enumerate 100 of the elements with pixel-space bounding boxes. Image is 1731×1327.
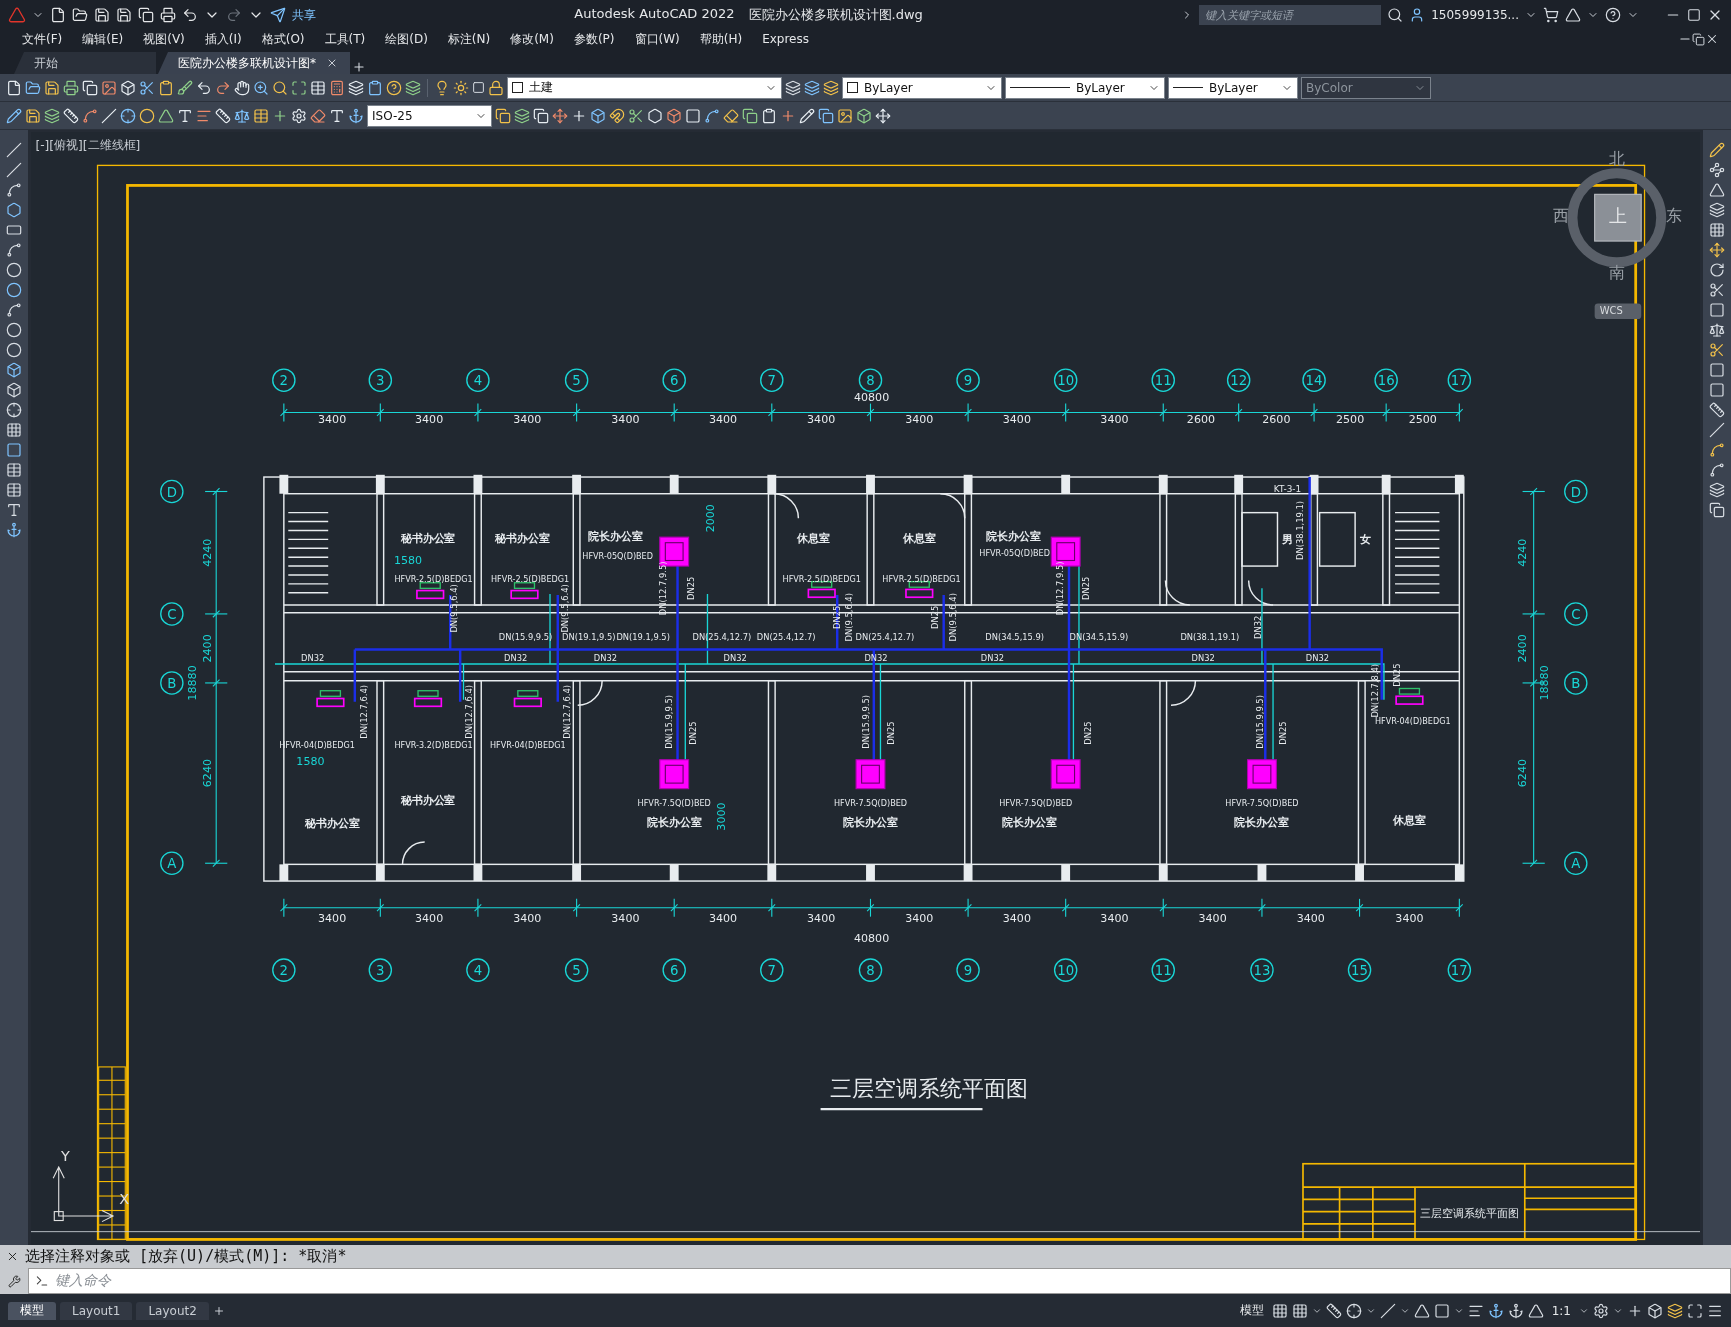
scale-icon[interactable] (1709, 322, 1725, 338)
waypoints-icon[interactable] (1709, 162, 1725, 178)
scissors-icon[interactable] (139, 79, 155, 96)
folder-open-icon[interactable] (72, 7, 88, 23)
menu-item[interactable]: 参数(P) (563, 30, 625, 48)
save-icon[interactable] (44, 79, 60, 96)
menu-item[interactable]: 窗口(W) (624, 30, 690, 48)
lightbulb-icon[interactable] (434, 79, 450, 96)
circle-icon[interactable] (6, 262, 22, 278)
slash-icon[interactable] (6, 162, 22, 178)
triangle-icon[interactable] (1709, 182, 1725, 198)
new-tab-icon[interactable] (352, 60, 366, 74)
ucs-menu-button[interactable] (1594, 303, 1642, 319)
slash-icon[interactable] (1379, 1302, 1396, 1319)
search-field[interactable]: 键入关键字或短语 (1199, 5, 1382, 25)
terminal-icon[interactable] (35, 1274, 49, 1288)
save-icon[interactable] (25, 107, 41, 124)
layer-dropdown[interactable]: 土建 (507, 76, 782, 99)
dimension-style-dropdown[interactable]: ISO-25 (367, 104, 492, 127)
menu-item[interactable]: 格式(O) (251, 30, 315, 48)
layers-icon[interactable] (44, 107, 60, 124)
spline-icon[interactable] (704, 107, 720, 124)
image-icon[interactable] (837, 107, 853, 124)
sun-icon[interactable] (453, 79, 469, 96)
copy-icon[interactable] (82, 79, 98, 96)
table-icon[interactable] (253, 107, 269, 124)
undo-2-icon[interactable] (196, 79, 212, 96)
layers-icon[interactable] (804, 79, 820, 96)
layout-tab[interactable]: 模型 (8, 1301, 56, 1320)
square-icon[interactable] (1433, 1302, 1450, 1319)
rectangle-horizontal-icon[interactable] (6, 222, 22, 238)
move-icon[interactable] (875, 107, 891, 124)
move-icon[interactable] (1709, 242, 1725, 258)
grid-3x-3-icon[interactable] (1291, 1302, 1308, 1319)
annotation-scale-button[interactable]: 1:1 (1547, 1302, 1575, 1319)
anchor-icon[interactable] (1487, 1302, 1504, 1319)
crosshair-icon[interactable] (1345, 1302, 1362, 1319)
spline-icon[interactable] (1709, 442, 1725, 458)
copy-icon[interactable] (495, 107, 511, 124)
wrench-icon[interactable] (7, 1274, 21, 1288)
plot-style-dropdown[interactable]: ByColor (1301, 76, 1431, 99)
send-icon[interactable] (270, 7, 286, 23)
layers-icon[interactable] (348, 79, 364, 96)
calculator-icon[interactable] (329, 79, 345, 96)
square-icon[interactable] (6, 442, 22, 458)
anchor-icon[interactable] (6, 522, 22, 538)
layers-icon[interactable] (1667, 1302, 1683, 1319)
document-tab[interactable]: 医院办公楼多联机设计图* (158, 52, 350, 74)
image-icon[interactable] (101, 79, 117, 96)
layers-icon[interactable] (1709, 482, 1725, 498)
menu-item[interactable]: 视图(V) (133, 30, 195, 48)
menu-item[interactable]: 插入(I) (194, 30, 252, 48)
search-icon[interactable] (1387, 7, 1404, 23)
help-icon[interactable] (1605, 7, 1621, 23)
spline-icon[interactable] (6, 242, 22, 258)
maximize-icon[interactable] (1687, 8, 1701, 22)
user-account-menu[interactable]: 1505999135... (1431, 8, 1519, 22)
slash-icon[interactable] (1709, 422, 1725, 438)
circle-icon[interactable] (139, 107, 155, 124)
scale-icon[interactable] (234, 107, 250, 124)
layout-tab[interactable]: Layout1 (60, 1301, 133, 1320)
hand-icon[interactable] (234, 79, 250, 96)
box-icon[interactable] (590, 107, 606, 124)
close-icon[interactable] (6, 1250, 19, 1263)
lineweight-dropdown[interactable]: ByLayer (1168, 76, 1298, 99)
lock-icon[interactable] (488, 79, 504, 96)
spline-icon[interactable] (6, 182, 22, 198)
rotate-cw-icon[interactable] (1709, 262, 1725, 278)
square-icon[interactable] (1709, 302, 1725, 318)
square-icon[interactable] (472, 81, 485, 94)
search-icon[interactable] (272, 79, 288, 96)
copy-icon[interactable] (1709, 502, 1725, 518)
crosshair-icon[interactable] (120, 107, 136, 124)
undo-2-icon[interactable] (182, 7, 198, 23)
layers-icon[interactable] (514, 107, 530, 124)
circle-icon[interactable] (6, 322, 22, 338)
restore-icon[interactable] (1692, 32, 1705, 46)
settings-icon[interactable] (291, 107, 307, 124)
zoom-in-icon[interactable] (253, 79, 269, 96)
shopping-cart-icon[interactable] (1543, 7, 1559, 23)
box-icon[interactable] (856, 107, 872, 124)
grid-3x-3-icon[interactable] (1709, 222, 1725, 238)
menu-item[interactable]: 编辑(E) (72, 30, 134, 48)
app-logo-icon[interactable] (8, 6, 26, 24)
anchor-icon[interactable] (348, 107, 364, 124)
menu-item[interactable]: 标注(N) (437, 30, 501, 48)
type-icon[interactable] (177, 107, 193, 124)
layers-icon[interactable] (1709, 202, 1725, 218)
menu-item[interactable]: 绘图(D) (375, 30, 438, 48)
ruler-icon[interactable] (63, 107, 79, 124)
pencil-icon[interactable] (6, 107, 22, 124)
maximize-icon[interactable] (1687, 1302, 1703, 1319)
slash-icon[interactable] (101, 107, 117, 124)
layout-tab[interactable]: Layout2 (136, 1301, 209, 1320)
grid-3x-3-icon[interactable] (1271, 1302, 1288, 1319)
magnet-icon[interactable] (609, 107, 625, 124)
table-icon[interactable] (6, 482, 22, 498)
document-tab[interactable]: 开始 (14, 52, 156, 74)
circle-icon[interactable] (6, 282, 22, 298)
file-icon[interactable] (6, 79, 22, 96)
